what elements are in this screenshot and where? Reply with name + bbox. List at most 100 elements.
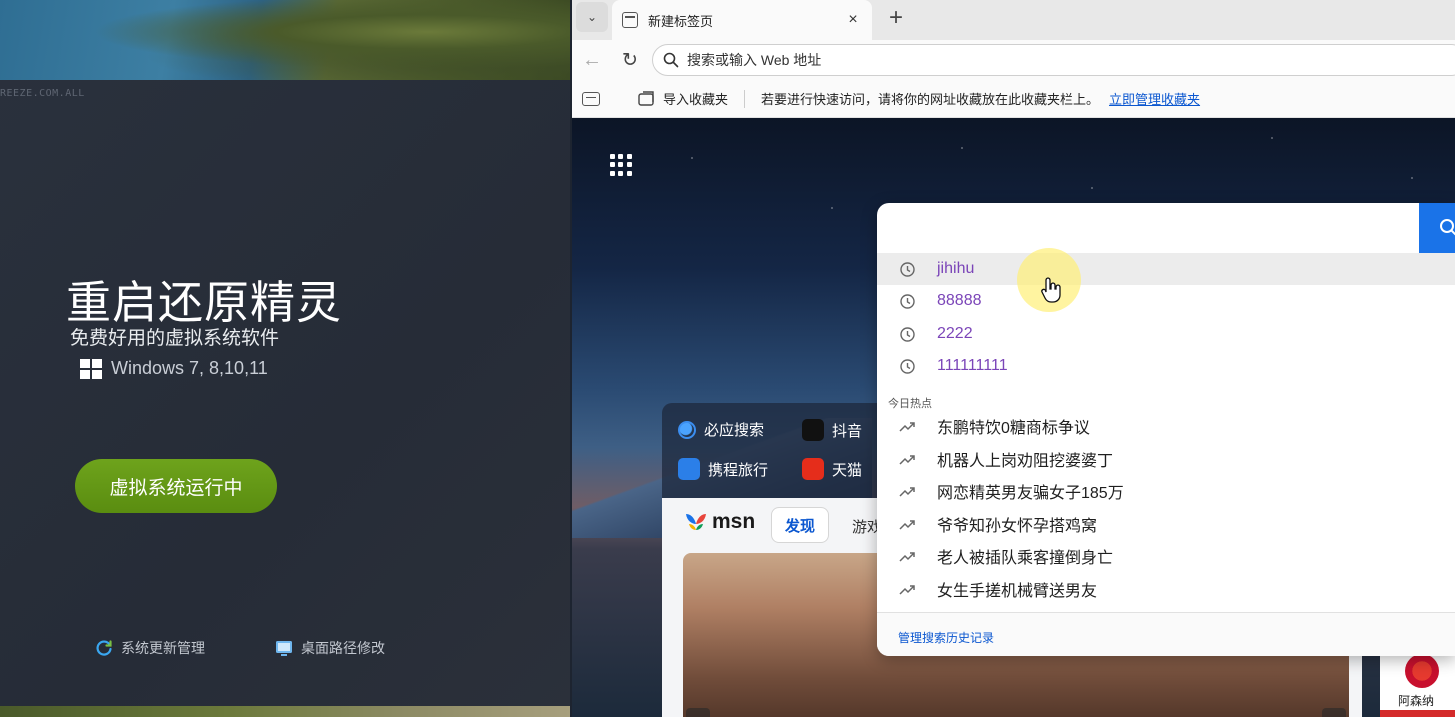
trending-icon [897,579,917,599]
history-icon [897,291,917,311]
hand-cursor-icon [1041,277,1061,303]
history-suggestion-text: 2222 [937,325,973,342]
divider [744,89,746,108]
trending-suggestion-text: 女生手搓机械臂送男友 [937,583,1098,600]
history-suggestion-text: jihihu [937,260,975,277]
address-bar[interactable] [652,44,1455,76]
desktop-path-link[interactable]: 桌面路径修改 [275,638,385,658]
virtual-system-running-button[interactable]: 虚拟系统运行中 [75,459,277,513]
quick-link-ctrip[interactable]: 携程旅行 [678,458,768,480]
new-tab-button[interactable]: + [882,4,910,32]
import-icon [638,90,654,106]
ctrip-icon [678,458,700,480]
trending-section-label: 今日热点 [888,398,932,410]
restore-wizard-window: REEZE.COM.ALL 重启还原精灵 免费好用的虚拟系统软件 Windows… [0,0,570,717]
trending-suggestion-text: 东鹏特饮0糖商标争议 [937,420,1090,437]
new-tab-page: 必应搜索 抖音 携程旅行 天猫 msn 发现 游戏 阿森纳 jihihu 888… [572,118,1455,717]
carousel-prev-button[interactable] [686,708,710,717]
tab-strip: ⌄ 新建标签页 × + [572,0,1455,40]
browser-toolbar: ← ↻ [572,40,1455,80]
search-input[interactable] [893,213,1413,243]
trending-suggestion-text: 机器人上岗劝阻挖婆婆丁 [937,453,1114,470]
trending-icon [897,546,917,566]
douyin-icon [802,419,824,441]
os-support-row: Windows 7, 8,10,11 [80,358,268,379]
windows-logo-icon [80,358,102,379]
trending-icon [897,416,917,436]
arsenal-logo-icon [1405,654,1439,688]
dropdown-footer: 管理搜索历史记录 [877,612,1455,656]
search-button[interactable] [1419,203,1455,253]
tab-list-button[interactable]: ⌄ [576,2,608,32]
trending-suggestion[interactable]: 东鹏特饮0糖商标争议 [877,410,1455,442]
quick-link-douyin[interactable]: 抖音 [802,419,862,441]
msn-logo-text: msn [712,510,756,533]
background-photo-bottom [0,706,570,717]
system-update-link[interactable]: 系统更新管理 [95,638,205,658]
address-input[interactable] [687,52,1287,68]
msn-butterfly-icon [686,514,706,530]
trending-suggestion[interactable]: 爷爷知孙女怀孕搭鸡窝 [877,508,1455,540]
manage-favorites-link[interactable]: 立即管理收藏夹 [1109,89,1200,108]
trending-icon [897,481,917,501]
history-suggestion[interactable]: 88888 [877,285,1455,317]
tab-discover[interactable]: 发现 [771,507,829,543]
page-icon [622,12,638,28]
close-icon[interactable]: × [844,11,862,29]
desktop-path-label: 桌面路径修改 [301,640,385,656]
trending-suggestion[interactable]: 老人被插队乘客撞倒身亡 [877,540,1455,572]
background-photo-top [0,0,570,80]
favorites-bar-icon[interactable] [582,91,600,106]
apps-grid-icon[interactable] [610,154,632,176]
trending-icon [897,449,917,469]
back-arrow-icon[interactable]: ← [580,48,604,72]
side-card-label: 阿森纳 [1398,694,1435,708]
favorites-hint: 若要进行快速访问，请将你的网址收藏放在此收藏夹栏上。 [761,92,1100,107]
history-icon [897,324,917,344]
tab-title: 新建标签页 [648,13,714,29]
history-icon [897,259,917,279]
import-favorites-label: 导入收藏夹 [663,92,729,107]
side-card-secondary[interactable] [1380,710,1455,717]
tab-new-tab[interactable]: 新建标签页 × [612,0,872,40]
manage-search-history-link[interactable]: 管理搜索历史记录 [898,629,994,646]
desktop-icon [275,639,293,657]
trending-suggestion[interactable]: 网恋精英男友骗女子185万 [877,475,1455,507]
favorites-bar: 导入收藏夹 若要进行快速访问，请将你的网址收藏放在此收藏夹栏上。 立即管理收藏夹 [572,80,1455,118]
trending-suggestion[interactable]: 机器人上岗劝阻挖婆婆丁 [877,443,1455,475]
history-suggestion[interactable]: 111111111 [877,350,1455,382]
os-support-text: Windows 7, 8,10,11 [111,358,268,378]
history-suggestion-text: 111111111 [937,357,1008,374]
search-icon [663,52,679,68]
refresh-icon [95,639,113,657]
trending-suggestion[interactable]: 女生手搓机械臂送男友 [877,573,1455,605]
trending-icon [897,514,917,534]
msn-logo[interactable]: msn [684,510,755,534]
system-update-label: 系统更新管理 [121,640,205,656]
quick-link-label: 携程旅行 [708,461,769,479]
quick-link-label: 天猫 [832,461,863,479]
reload-icon[interactable]: ↻ [618,48,642,72]
trending-suggestion-text: 网恋精英男友骗女子185万 [937,485,1124,502]
carousel-next-button[interactable] [1322,708,1346,717]
history-suggestion-text: 88888 [937,292,982,309]
chevron-down-icon: ⌄ [586,10,598,24]
quick-link-tmall[interactable]: 天猫 [802,458,862,480]
app-title: 重启还原精灵 [66,277,343,328]
quick-link-label: 必应搜索 [704,422,765,439]
watermark-text: REEZE.COM.ALL [0,88,85,99]
tmall-icon [802,458,824,480]
history-suggestion[interactable]: 2222 [877,318,1455,350]
trending-suggestion-text: 老人被插队乘客撞倒身亡 [937,550,1114,567]
bing-icon [678,420,696,439]
trending-suggestion-text: 爷爷知孙女怀孕搭鸡窝 [937,518,1098,535]
import-favorites-button[interactable]: 导入收藏夹 [638,89,728,108]
history-suggestion[interactable]: jihihu [877,253,1455,285]
side-card-arsenal[interactable]: 阿森纳 [1380,648,1455,717]
quick-link-bing[interactable]: 必应搜索 [678,419,764,440]
app-subtitle: 免费好用的虚拟系统软件 [70,328,280,349]
history-icon [897,356,917,376]
search-icon [1440,219,1455,236]
search-box [877,203,1455,253]
browser-window: ⌄ 新建标签页 × + ← ↻ 导入收藏夹 若要进行快速访问，请将你的网址收藏放… [572,0,1455,717]
